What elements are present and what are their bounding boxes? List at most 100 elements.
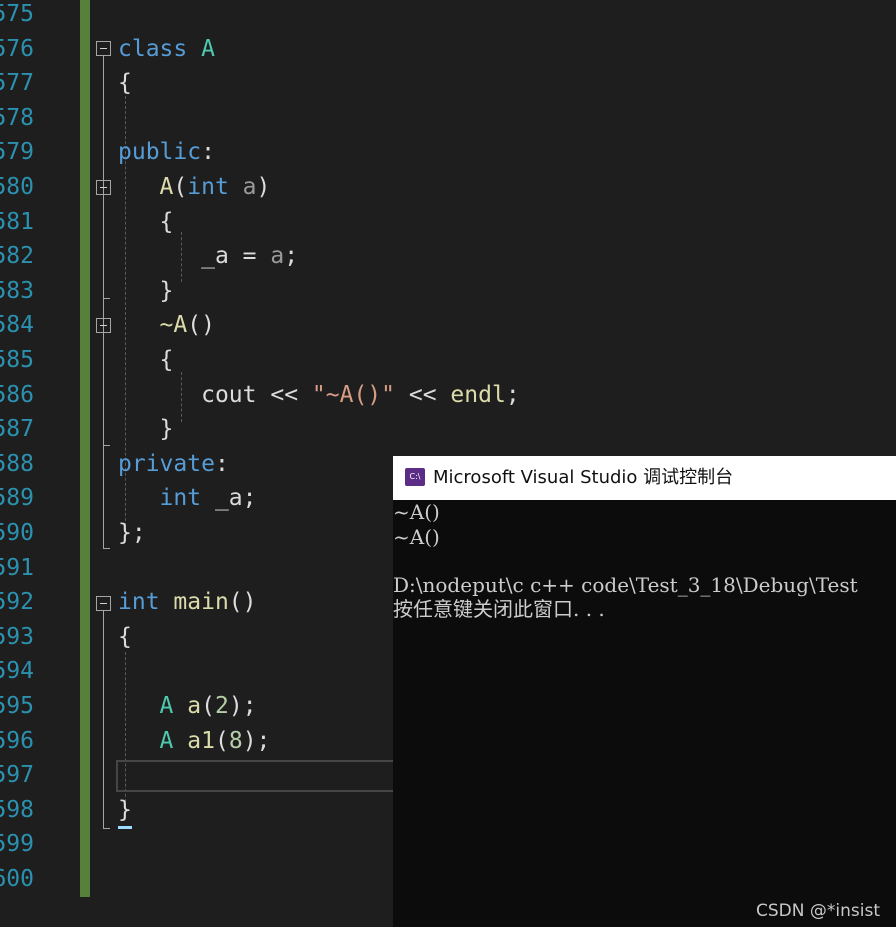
identifier: endl bbox=[450, 381, 506, 408]
outline-line bbox=[103, 611, 104, 828]
member-variable: _a bbox=[214, 485, 243, 512]
line-number: 593 bbox=[0, 623, 34, 650]
line-number: 598 bbox=[0, 796, 34, 823]
code-line-584[interactable]: ~A() bbox=[118, 308, 215, 343]
code-line-583[interactable]: } bbox=[118, 274, 174, 309]
brace: { bbox=[159, 208, 174, 235]
code-line-588[interactable]: private: bbox=[118, 447, 229, 482]
paren: ( bbox=[214, 727, 229, 754]
keyword: class bbox=[118, 35, 188, 62]
paren: ( bbox=[173, 174, 188, 200]
outline-end bbox=[103, 298, 110, 299]
colon: : bbox=[214, 450, 229, 477]
code-line-579[interactable]: public: bbox=[118, 135, 215, 170]
line-number: 596 bbox=[0, 727, 34, 754]
member-variable: _a bbox=[201, 243, 229, 270]
line-number: 583 bbox=[0, 277, 34, 304]
line-number: 597 bbox=[0, 762, 34, 789]
paren: () bbox=[228, 589, 257, 616]
number-literal: 2 bbox=[214, 693, 229, 719]
outline-line bbox=[103, 195, 104, 298]
paren: ) bbox=[256, 174, 271, 200]
line-number: 582 bbox=[0, 243, 34, 270]
string-literal: "~A()" bbox=[311, 381, 395, 408]
code-line-587[interactable]: } bbox=[118, 412, 174, 447]
brace: } bbox=[159, 416, 174, 443]
type-name: A bbox=[159, 693, 174, 719]
code-line-577[interactable]: { bbox=[118, 66, 132, 101]
console-output-line: 按任意键关闭此窗口. . . bbox=[393, 597, 605, 621]
code-line-596[interactable]: A a1(8); bbox=[118, 724, 271, 759]
code-line-598[interactable]: } bbox=[118, 793, 132, 828]
collapse-main-icon[interactable] bbox=[96, 596, 111, 611]
console-output-line: ~A() bbox=[393, 500, 440, 524]
identifier: cout bbox=[201, 381, 257, 408]
code-line-586[interactable]: cout << "~A()" << endl; bbox=[118, 378, 520, 413]
line-number-gutter: 575 576 577 578 579 580 581 582 583 584 … bbox=[0, 0, 78, 927]
number-literal: 8 bbox=[228, 727, 243, 754]
semicolon: ; bbox=[242, 485, 257, 512]
line-number: 592 bbox=[0, 589, 34, 616]
line-number: 589 bbox=[0, 485, 34, 512]
code-line-589[interactable]: int _a; bbox=[118, 481, 257, 516]
outline-end bbox=[103, 445, 110, 446]
line-number: 580 bbox=[0, 174, 34, 200]
code-line-592[interactable]: int main() bbox=[118, 585, 257, 620]
outline-line bbox=[103, 333, 104, 445]
code-line-580[interactable]: A(int a) bbox=[118, 170, 271, 205]
constructor-name: A bbox=[159, 174, 174, 200]
keyword: int bbox=[159, 485, 202, 512]
destructor-name: ~A bbox=[159, 312, 188, 339]
variable: a bbox=[187, 693, 202, 719]
type-name: A bbox=[159, 727, 174, 754]
console-app-icon: C:\ bbox=[405, 468, 425, 486]
line-number: 577 bbox=[0, 70, 34, 97]
line-number: 581 bbox=[0, 208, 34, 235]
line-number: 578 bbox=[0, 104, 34, 131]
semicolon: ; bbox=[284, 243, 299, 270]
outline-end bbox=[103, 828, 110, 829]
brace: } bbox=[118, 796, 132, 823]
line-number: 594 bbox=[0, 658, 34, 685]
console-output-line: D:\nodeput\c c++ code\Test_3_18\Debug\Te… bbox=[393, 573, 858, 597]
code-line-581[interactable]: { bbox=[118, 205, 174, 240]
code-line-582[interactable]: _a = a; bbox=[118, 239, 298, 274]
line-number: 586 bbox=[0, 381, 34, 408]
semicolon: ; bbox=[505, 381, 520, 408]
line-number: 579 bbox=[0, 139, 34, 166]
line-number: 576 bbox=[0, 35, 34, 62]
console-title-bar[interactable]: C:\ Microsoft Visual Studio 调试控制台 bbox=[393, 456, 896, 500]
line-number: 591 bbox=[0, 554, 34, 581]
keyword: int bbox=[118, 589, 160, 616]
line-number: 590 bbox=[0, 520, 34, 546]
brace: }; bbox=[118, 520, 146, 546]
paren: ( bbox=[201, 693, 215, 719]
watermark: CSDN @*insist bbox=[756, 901, 880, 921]
code-line-585[interactable]: { bbox=[118, 343, 174, 378]
debug-console-window[interactable]: C:\ Microsoft Visual Studio 调试控制台 ~A() ~… bbox=[393, 456, 896, 927]
code-line-595[interactable]: A a(2); bbox=[118, 689, 257, 724]
brace: { bbox=[159, 347, 174, 373]
operator: << bbox=[270, 381, 299, 408]
collapse-constructor-icon[interactable] bbox=[96, 180, 111, 195]
outline-line bbox=[103, 56, 104, 548]
collapse-destructor-icon[interactable] bbox=[96, 318, 111, 333]
keyword: int bbox=[187, 174, 229, 200]
code-line-590[interactable]: }; bbox=[118, 516, 146, 551]
function-name: main bbox=[173, 589, 229, 616]
variable: a1 bbox=[187, 727, 215, 754]
line-number: 585 bbox=[0, 347, 34, 373]
line-number: 584 bbox=[0, 312, 34, 339]
collapse-class-icon[interactable] bbox=[96, 41, 111, 56]
code-line-593[interactable]: { bbox=[118, 620, 132, 655]
operator: = bbox=[242, 243, 257, 270]
brace: { bbox=[118, 70, 132, 97]
code-line-576[interactable]: class A bbox=[118, 32, 215, 67]
parameter: a bbox=[270, 243, 285, 270]
operator: << bbox=[408, 381, 437, 408]
line-number: 588 bbox=[0, 450, 34, 477]
line-number: 587 bbox=[0, 416, 34, 443]
line-number: 595 bbox=[0, 693, 34, 719]
current-line-highlight bbox=[116, 760, 406, 792]
brace: } bbox=[159, 277, 174, 304]
